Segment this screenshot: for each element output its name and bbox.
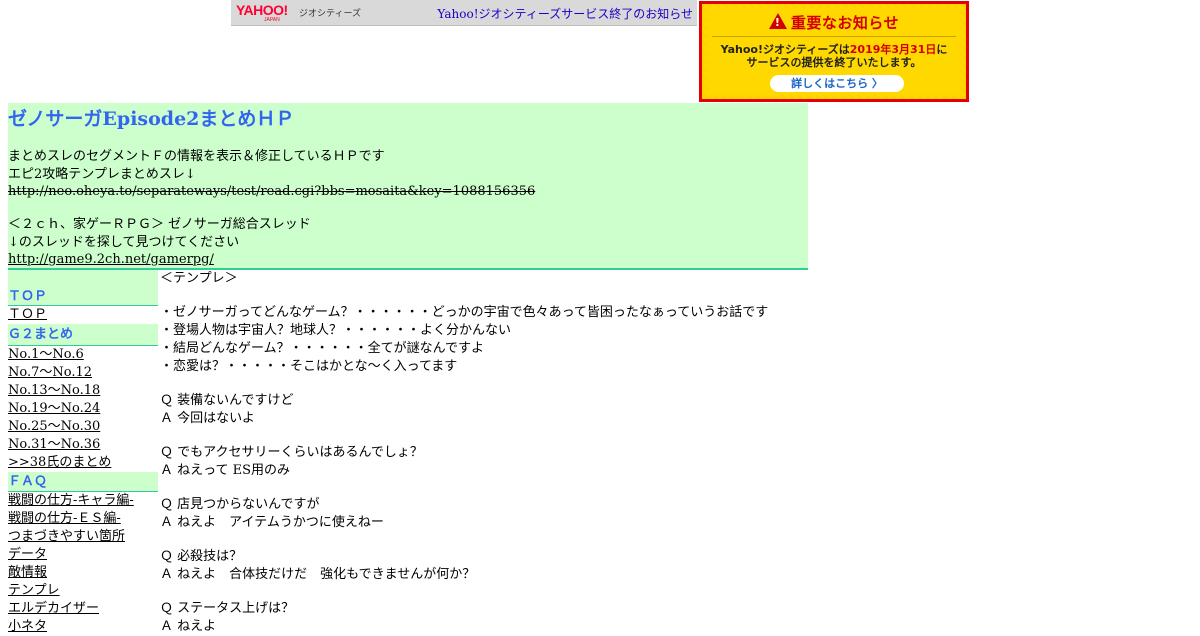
- page-title: ゼノサーガEpisode2まとめＨＰ: [8, 108, 295, 130]
- board-instruction: ↓のスレッドを探して見つけてください: [8, 235, 240, 250]
- banner-body-date: 2019年3月31日: [849, 43, 937, 56]
- faq-answer: Ａ ねえよ: [160, 619, 217, 634]
- banner-title-text: 重要なお知らせ: [790, 14, 900, 32]
- yahoo-japan-logo[interactable]: YAHOO! JAPAN: [236, 3, 302, 23]
- sidebar-link-g2-5[interactable]: No.25～No.30: [8, 418, 158, 436]
- site-header: ゼノサーガEpisode2まとめＨＰ まとめスレのセグメントＦの情報を表示＆修正…: [8, 103, 808, 270]
- sidebar-link-g2-4[interactable]: No.19～No.24: [8, 400, 158, 418]
- faq-question: Ｑ でもアクセサリーくらいはあるんでしょ？: [160, 445, 423, 460]
- sidebar-heading-top: ＴＯＰ: [8, 270, 158, 306]
- banner-divider: [712, 36, 956, 37]
- sidebar-link-faq-6[interactable]: テンプレ: [8, 582, 158, 600]
- sidebar-link-faq-2[interactable]: 戦闘の仕方-ＥＳ編-: [8, 510, 158, 528]
- faq-question: Ｑ 必殺技は？: [160, 549, 243, 564]
- sidebar-nav: ＴＯＰ ＴＯＰ Ｇ２まとめ No.1～No.6 No.7～No.12 No.13…: [8, 270, 158, 636]
- old-thread-url: http://neo.oheya.to/separateways/test/re…: [8, 184, 536, 199]
- sidebar-link-faq-1[interactable]: 戦闘の仕方-キャラ編-: [8, 492, 158, 510]
- sidebar-link-g2-2[interactable]: No.7～No.12: [8, 364, 158, 382]
- sidebar-link-g2-6[interactable]: No.31～No.36: [8, 436, 158, 454]
- warning-icon: [768, 13, 787, 29]
- sidebar-heading-faq: ＦＡＱ: [8, 472, 158, 492]
- sidebar-link-top[interactable]: ＴＯＰ: [8, 306, 158, 324]
- sidebar-link-g2-3[interactable]: No.13～No.18: [8, 382, 158, 400]
- banner-body-line2: サービスの提供を終了いたします。: [746, 56, 922, 69]
- board-thread-name: ＜２ｃｈ、家ゲーＲＰＧ＞ ゼノサーガ総合スレッド: [8, 217, 311, 232]
- geocities-label: ジオシティーズ: [299, 9, 362, 19]
- board-url-link[interactable]: http://game9.2ch.net/gamerpg/: [8, 251, 214, 269]
- sidebar-link-faq-5[interactable]: 敵情報: [8, 564, 158, 582]
- faq-answer: Ａ 今回はないよ: [160, 411, 255, 426]
- intro-line: ・登場人物は宇宙人？地球人？・・・・・・よく分かんない: [160, 323, 512, 338]
- faq-answer: Ａ ねえよ 合体技だけだ 強化もできませんが何か？: [160, 567, 476, 582]
- geocities-bar: YAHOO! JAPAN ジオシティーズ Yahoo!ジオシティーズサービス終了…: [231, 0, 697, 26]
- faq-answer: Ａ ねえって ES用のみ: [160, 463, 291, 478]
- banner-body-part1: Yahoo!ジオシティーズは: [720, 43, 850, 56]
- sidebar-link-g2-7[interactable]: >>38氏のまとめ: [8, 454, 158, 472]
- intro-line: ・恋愛は？・・・・・そこはかとな～く入ってます: [160, 359, 458, 374]
- service-end-notice-link[interactable]: Yahoo!ジオシティーズサービス終了のお知らせ: [437, 5, 693, 22]
- sidebar-link-faq-8[interactable]: 小ネタ: [8, 618, 158, 636]
- banner-body-part2: に: [936, 43, 948, 56]
- faq-answer: Ａ ねえよ アイテムうかつに使えねー: [160, 515, 384, 530]
- banner-inner: 重要なお知らせ Yahoo!ジオシティーズは2019年3月31日に サービスの提…: [708, 8, 960, 95]
- sidebar-link-faq-3[interactable]: つまづきやすい箇所: [8, 528, 158, 546]
- banner-title: 重要なお知らせ: [708, 12, 960, 33]
- sidebar-link-faq-4[interactable]: データ: [8, 546, 158, 564]
- yahoo-logo-text: YAHOO!: [236, 2, 288, 18]
- banner-details-button[interactable]: 詳しくはこちら 〉: [770, 75, 904, 92]
- faq-question: Ｑ 店見つからないんですが: [160, 497, 320, 512]
- faq-question: Ｑ 装備ないんですけど: [160, 393, 294, 408]
- intro-line: ・結局どんなゲーム？・・・・・・全てが謎なんですよ: [160, 341, 484, 356]
- header-template-note: エピ2攻略テンプレまとめスレ↓: [8, 167, 196, 182]
- intro-line: ・ゼノサーガってどんなゲーム？・・・・・・どっかの宇宙で色々あって皆困ったなぁっ…: [160, 305, 769, 320]
- sidebar-link-faq-7[interactable]: エルデカイザー: [8, 600, 158, 618]
- faq-question: Ｑ ステータス上げは？: [160, 601, 295, 616]
- header-description: まとめスレのセグメントＦの情報を表示＆修正しているＨＰです: [8, 149, 385, 164]
- main-content: ＜テンプレ＞ ・ゼノサーガってどんなゲーム？・・・・・・どっかの宇宙で色々あって…: [160, 270, 800, 636]
- sidebar-link-g2-1[interactable]: No.1～No.6: [8, 346, 158, 364]
- sidebar-heading-g2: Ｇ２まとめ: [8, 324, 158, 346]
- service-end-banner[interactable]: 重要なお知らせ Yahoo!ジオシティーズは2019年3月31日に サービスの提…: [699, 1, 969, 102]
- template-heading: ＜テンプレ＞: [160, 271, 238, 286]
- banner-body: Yahoo!ジオシティーズは2019年3月31日に サービスの提供を終了いたしま…: [708, 43, 960, 69]
